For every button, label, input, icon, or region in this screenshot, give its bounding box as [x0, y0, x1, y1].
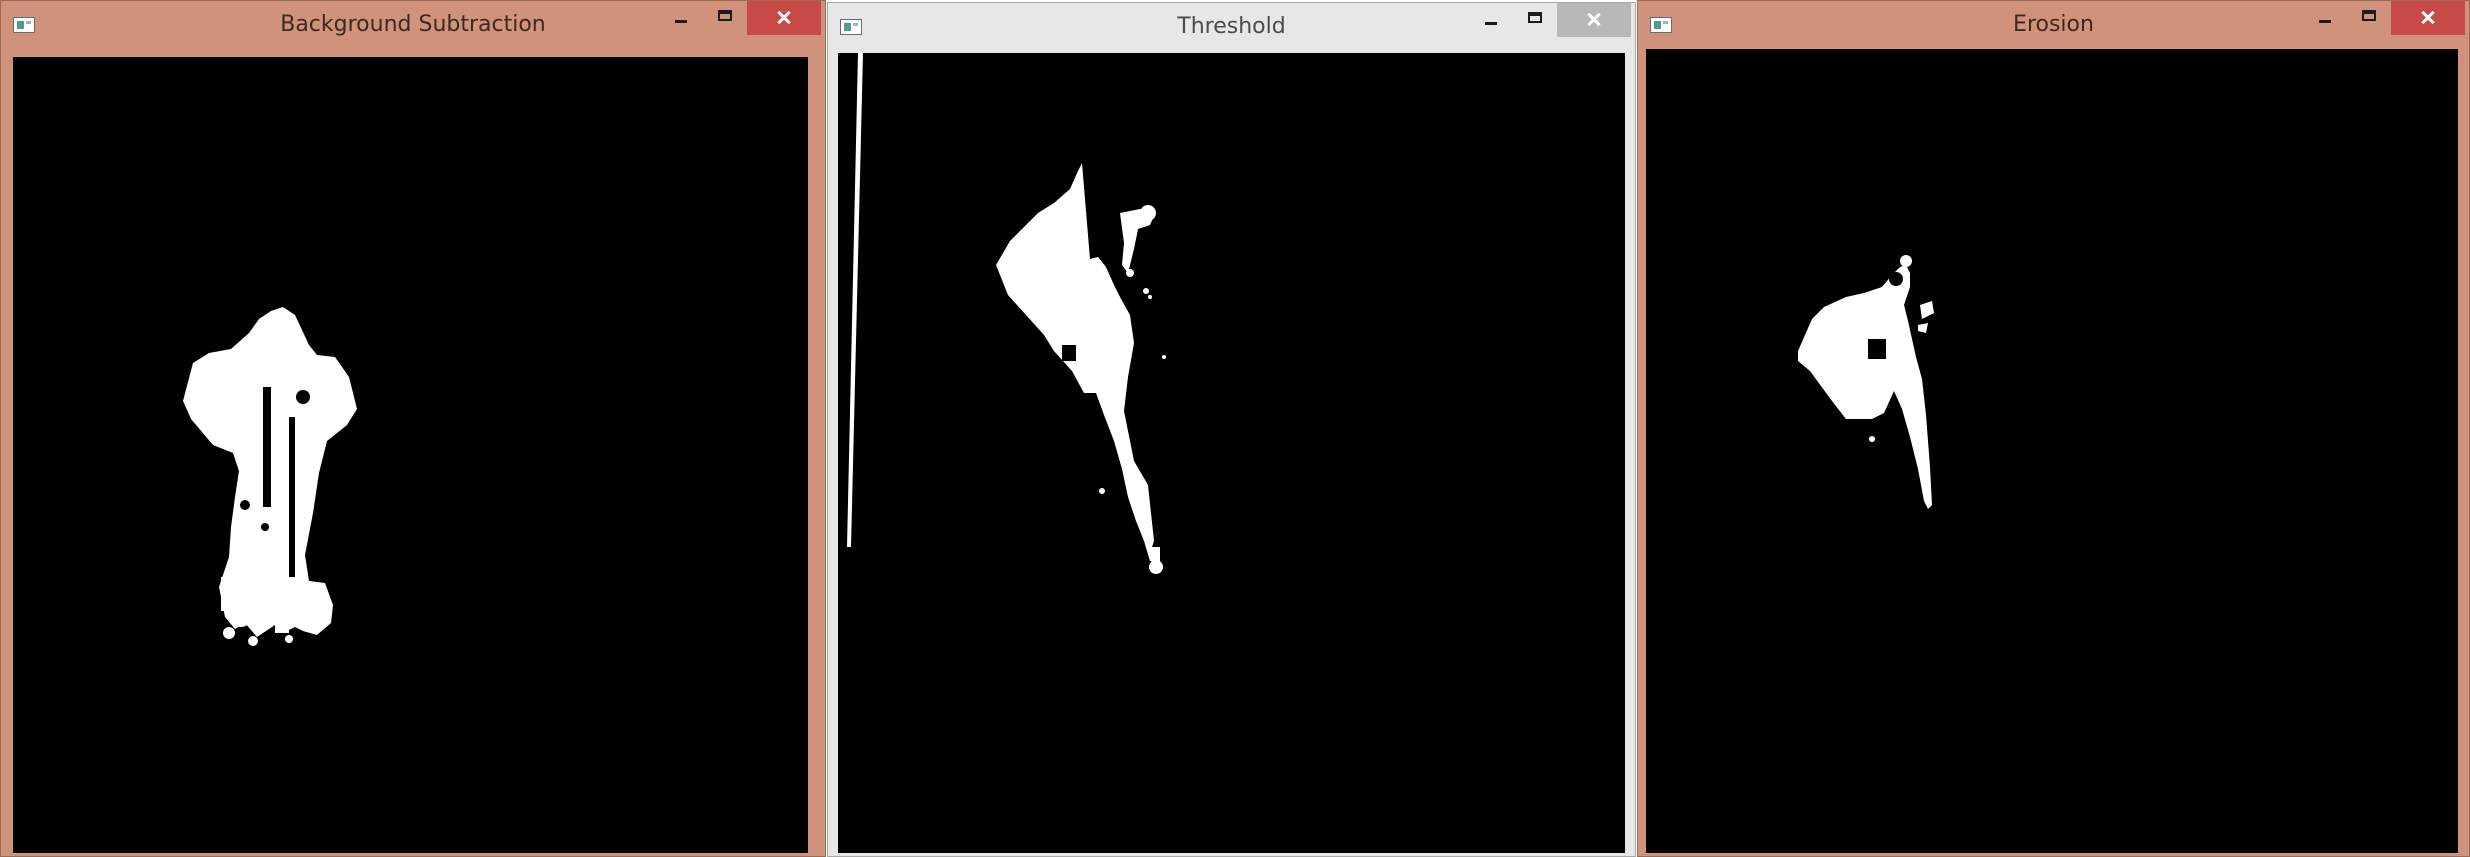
image-canvas: [838, 53, 1625, 853]
titlebar[interactable]: Erosion: [1638, 1, 2469, 47]
minimize-icon[interactable]: [1469, 3, 1513, 37]
caption-buttons: [2303, 1, 2465, 35]
foreground-mask: [183, 307, 357, 646]
close-icon[interactable]: [747, 1, 821, 35]
titlebar[interactable]: Threshold: [828, 3, 1635, 49]
close-icon[interactable]: [1557, 3, 1631, 37]
maximize-icon[interactable]: [1513, 3, 1557, 37]
foreground-mask: [847, 53, 1166, 574]
image-canvas: [13, 57, 808, 853]
close-icon[interactable]: [2391, 1, 2465, 35]
minimize-icon[interactable]: [2303, 1, 2347, 35]
caption-buttons: [1469, 3, 1631, 37]
maximize-icon[interactable]: [703, 1, 747, 35]
window-background-subtraction[interactable]: Background Subtraction: [0, 0, 826, 857]
titlebar[interactable]: Background Subtraction: [1, 1, 825, 47]
window-erosion[interactable]: Erosion: [1637, 0, 2470, 857]
window-threshold[interactable]: Threshold: [827, 2, 1636, 857]
minimize-icon[interactable]: [659, 1, 703, 35]
image-canvas: [1646, 49, 2458, 853]
maximize-icon[interactable]: [2347, 1, 2391, 35]
caption-buttons: [659, 1, 821, 35]
foreground-mask: [1798, 255, 1934, 509]
